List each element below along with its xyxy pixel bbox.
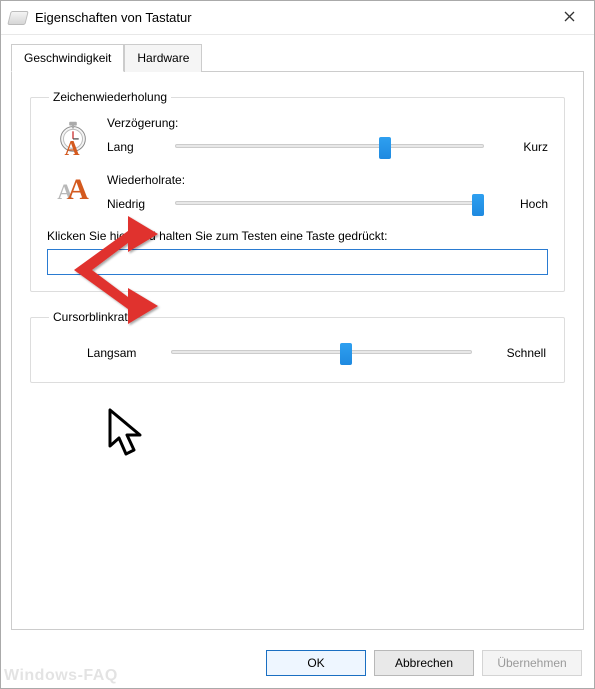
tab-panel-speed: Zeichenwiederholung A xyxy=(11,72,584,630)
watermark-text: Windows-FAQ xyxy=(4,667,118,685)
delay-label-right: Kurz xyxy=(498,140,548,154)
rate-heading: Wiederholrate: xyxy=(107,173,548,187)
cursor-icon xyxy=(104,406,148,462)
blink-label-right: Schnell xyxy=(486,346,546,360)
test-box: Klicken Sie hier, und halten Sie zum Tes… xyxy=(47,229,548,275)
rate-label-right: Hoch xyxy=(498,197,548,211)
repeat-rate-icon: AA xyxy=(57,175,89,205)
titlebar: Eigenschaften von Tastatur xyxy=(1,1,594,35)
keyboard-icon xyxy=(9,11,27,25)
delay-label-left: Lang xyxy=(107,140,161,154)
rate-slider-thumb[interactable] xyxy=(472,194,484,216)
rate-block: AA Wiederholrate: Niedrig Hoch xyxy=(47,173,548,215)
rate-slider[interactable] xyxy=(175,193,484,215)
svg-text:A: A xyxy=(64,136,79,156)
delay-heading: Verzögerung: xyxy=(107,116,548,130)
apply-button: Übernehmen xyxy=(482,650,582,676)
blink-label-left: Langsam xyxy=(87,346,157,360)
stopwatch-icon: A xyxy=(54,118,92,159)
window-title: Eigenschaften von Tastatur xyxy=(35,10,192,25)
group-cursor-blink-legend: Cursorblinkrate xyxy=(49,310,138,324)
delay-block: A Verzögerung: Lang Kurz xyxy=(47,116,548,159)
group-character-repeat: Zeichenwiederholung A xyxy=(30,90,565,292)
rate-label-left: Niedrig xyxy=(107,197,161,211)
keyboard-properties-window: Eigenschaften von Tastatur Geschwindigke… xyxy=(0,0,595,689)
blink-slider-thumb[interactable] xyxy=(340,343,352,365)
delay-slider[interactable] xyxy=(175,136,484,158)
close-button[interactable] xyxy=(546,3,592,33)
blink-slider[interactable] xyxy=(171,342,472,364)
tab-speed[interactable]: Geschwindigkeit xyxy=(11,44,124,72)
group-cursor-blink: Cursorblinkrate Langsam Schnell xyxy=(30,310,565,383)
tab-hardware[interactable]: Hardware xyxy=(124,44,202,72)
close-icon xyxy=(564,11,575,25)
test-input[interactable] xyxy=(47,249,548,275)
cancel-button[interactable]: Abbrechen xyxy=(374,650,474,676)
test-label: Klicken Sie hier, und halten Sie zum Tes… xyxy=(47,229,548,243)
group-character-repeat-legend: Zeichenwiederholung xyxy=(49,90,171,104)
ok-button[interactable]: OK xyxy=(266,650,366,676)
tabstrip: Geschwindigkeit Hardware xyxy=(11,43,584,72)
delay-slider-thumb[interactable] xyxy=(379,137,391,159)
client-area: Geschwindigkeit Hardware Zeichenwiederho… xyxy=(1,35,594,640)
